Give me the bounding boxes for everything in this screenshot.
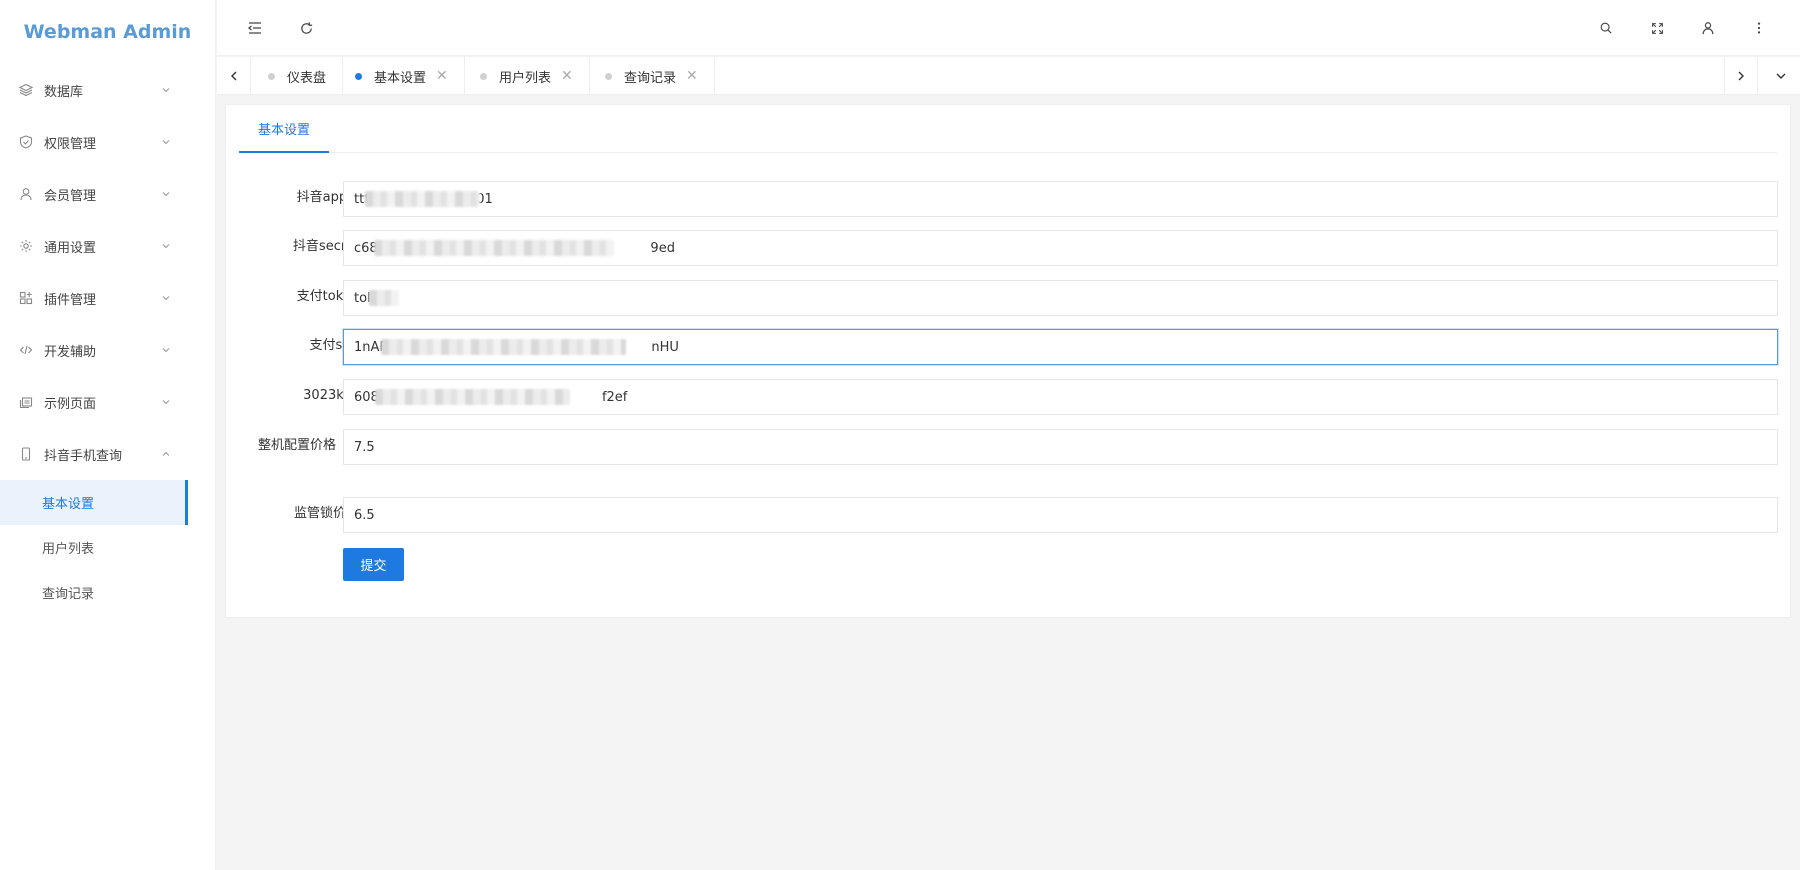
tab-scroll-right-icon[interactable]: [1724, 57, 1758, 95]
menu-fold-icon[interactable]: [244, 17, 266, 39]
pay-salt-input[interactable]: [343, 329, 1778, 365]
settings-card: 基本设置 抖音appid 抖音secret 支付token 支付salt 302…: [225, 104, 1791, 618]
app-logo[interactable]: Webman Admin: [0, 0, 215, 64]
sidebar-item-general-settings[interactable]: 通用设置: [0, 220, 215, 272]
sidebar-item-example-pages[interactable]: 示例页面: [0, 376, 215, 428]
sidebar: Webman Admin 数据库 权限管理 会员管理 通用设置 插件管理 开发辅…: [0, 0, 216, 870]
card-tab-basic-settings[interactable]: 基本设置: [239, 105, 329, 153]
close-icon[interactable]: ✕: [561, 69, 573, 83]
sidebar-item-label: 通用设置: [44, 240, 97, 256]
sidebar-item-label: 抖音手机查询: [44, 448, 123, 464]
gear-icon: [18, 238, 34, 254]
supervision-lock-price-input[interactable]: [343, 497, 1778, 533]
tab-dashboard[interactable]: 仪表盘: [252, 57, 344, 95]
tab-status-dot: [480, 72, 487, 80]
tab-scroll-left-icon[interactable]: [217, 57, 251, 95]
sidebar-item-dev-tools[interactable]: 开发辅助: [0, 324, 215, 376]
tab-label: 基本设置: [374, 70, 427, 86]
tab-bar: 仪表盘 基本设置 ✕ 用户列表 ✕ 查询记录 ✕: [217, 57, 1800, 95]
card-tab-bar: 基本设置: [239, 105, 1777, 153]
chevron-down-icon: [161, 85, 171, 95]
refresh-icon[interactable]: [295, 17, 317, 39]
douyin-appid-input[interactable]: [343, 181, 1778, 217]
fullscreen-icon[interactable]: [1646, 17, 1668, 39]
user-icon: [18, 186, 34, 202]
more-vertical-icon[interactable]: [1748, 17, 1770, 39]
tab-status-dot: [355, 72, 362, 80]
key-3023-input[interactable]: [343, 379, 1778, 415]
sidebar-item-label: 示例页面: [44, 396, 97, 412]
sidebar-item-label: 权限管理: [44, 136, 97, 152]
submenu-item-query-records[interactable]: 查询记录: [0, 570, 215, 615]
phone-icon: [18, 446, 34, 462]
chevron-down-icon: [161, 293, 171, 303]
douyin-secret-input[interactable]: [343, 230, 1778, 266]
close-icon[interactable]: ✕: [686, 69, 698, 83]
tab-label: 仪表盘: [287, 70, 327, 86]
chevron-down-icon: [161, 189, 171, 199]
tab-status-dot: [268, 72, 275, 80]
submit-button[interactable]: 提交: [343, 548, 404, 581]
pay-token-input[interactable]: [343, 280, 1778, 316]
tab-label: 用户列表: [499, 70, 552, 86]
close-icon[interactable]: ✕: [436, 69, 448, 83]
tab-query-records[interactable]: 查询记录 ✕: [589, 57, 715, 95]
chevron-up-icon: [161, 449, 171, 459]
search-icon[interactable]: [1595, 17, 1617, 39]
submenu-item-user-list[interactable]: 用户列表: [0, 525, 215, 570]
pages-icon: [18, 394, 34, 410]
sidebar-item-label: 数据库: [44, 84, 84, 100]
tab-user-list[interactable]: 用户列表 ✕: [464, 57, 590, 95]
shield-check-icon: [18, 134, 34, 150]
sidebar-item-label: 开发辅助: [44, 344, 97, 360]
chevron-down-icon: [161, 241, 171, 251]
user-profile-icon[interactable]: [1697, 17, 1719, 39]
tab-status-dot: [605, 72, 612, 80]
plugin-icon: [18, 290, 34, 306]
sidebar-item-douyin-phone-query[interactable]: 抖音手机查询: [0, 428, 215, 480]
tab-label: 查询记录: [624, 70, 677, 86]
tab-basic-settings[interactable]: 基本设置 ✕: [339, 57, 465, 95]
full-config-price-input[interactable]: [343, 429, 1778, 465]
sidebar-item-label: 插件管理: [44, 292, 97, 308]
sidebar-item-members[interactable]: 会员管理: [0, 168, 215, 220]
chevron-down-icon: [161, 137, 171, 147]
submenu-item-basic-settings[interactable]: 基本设置: [0, 480, 188, 525]
layers-icon: [18, 82, 34, 98]
sidebar-item-label: 会员管理: [44, 188, 97, 204]
code-icon: [18, 342, 34, 358]
top-header: [217, 0, 1800, 56]
chevron-down-icon: [161, 397, 171, 407]
tab-dropdown-icon[interactable]: [1764, 57, 1798, 95]
field-label-full-config-price: 整机配置价格: [257, 438, 336, 453]
sidebar-item-database[interactable]: 数据库: [0, 64, 215, 116]
chevron-down-icon: [161, 345, 171, 355]
sidebar-item-plugins[interactable]: 插件管理: [0, 272, 215, 324]
sidebar-item-permissions[interactable]: 权限管理: [0, 116, 215, 168]
